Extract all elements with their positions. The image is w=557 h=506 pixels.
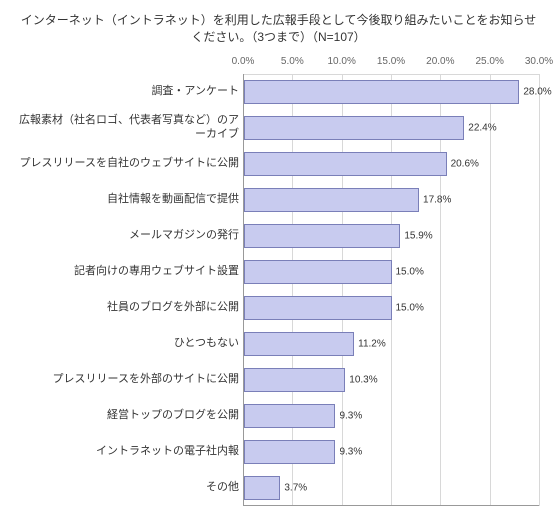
plot-area: 0.0%5.0%10.0%15.0%20.0%25.0%30.0% 調査・アンケ… bbox=[18, 56, 539, 506]
value-label: 9.3% bbox=[339, 446, 362, 457]
bar bbox=[244, 152, 447, 176]
bar bbox=[244, 440, 335, 464]
x-tick-label: 15.0% bbox=[377, 56, 405, 67]
x-tick-label: 10.0% bbox=[327, 56, 355, 67]
bar-cell: 15.0% bbox=[243, 254, 539, 290]
value-label: 20.6% bbox=[451, 158, 479, 169]
bar bbox=[244, 404, 335, 428]
bar-cell: 3.7% bbox=[243, 470, 539, 506]
bar-cell: 11.2% bbox=[243, 326, 539, 362]
x-axis-top: 0.0%5.0%10.0%15.0%20.0%25.0%30.0% bbox=[18, 56, 539, 74]
bar bbox=[244, 80, 519, 104]
category-label: ひとつもない bbox=[18, 337, 243, 350]
bar-cell: 20.6% bbox=[243, 146, 539, 182]
bar bbox=[244, 296, 392, 320]
x-tick-label: 5.0% bbox=[281, 56, 304, 67]
category-label: イントラネットの電子社内報 bbox=[18, 445, 243, 458]
bar bbox=[244, 224, 400, 248]
bar-row: メールマガジンの発行 15.9% bbox=[18, 218, 539, 254]
category-label: メールマガジンの発行 bbox=[18, 229, 243, 242]
value-label: 10.3% bbox=[349, 374, 377, 385]
bar-cell: 17.8% bbox=[243, 182, 539, 218]
bars-area: 調査・アンケート28.0%広報素材（社名ロゴ、代表者写真など）のアーカイブ22.… bbox=[18, 74, 539, 506]
bar bbox=[244, 260, 392, 284]
category-label: 経営トップのブログを公開 bbox=[18, 409, 243, 422]
bar-cell: 22.4% bbox=[243, 110, 539, 146]
bar bbox=[244, 476, 280, 500]
bar bbox=[244, 332, 354, 356]
bar bbox=[244, 116, 464, 140]
bar bbox=[244, 368, 345, 392]
category-label: 社員のブログを外部に公開 bbox=[18, 301, 243, 314]
value-label: 15.9% bbox=[404, 230, 432, 241]
bar-row: 調査・アンケート28.0% bbox=[18, 74, 539, 110]
value-label: 15.0% bbox=[396, 302, 424, 313]
x-tick-label: 0.0% bbox=[232, 56, 255, 67]
bar-row: イントラネットの電子社内報 9.3% bbox=[18, 434, 539, 470]
category-label: プレスリリースを外部のサイトに公開 bbox=[18, 373, 243, 386]
bar-cell: 9.3% bbox=[243, 434, 539, 470]
value-label: 17.8% bbox=[423, 194, 451, 205]
value-label: 9.3% bbox=[339, 410, 362, 421]
value-label: 22.4% bbox=[468, 122, 496, 133]
bar-row: 社員のブログを外部に公開 15.0% bbox=[18, 290, 539, 326]
category-label: 広報素材（社名ロゴ、代表者写真など）のアーカイブ bbox=[18, 114, 243, 140]
x-tick-label: 25.0% bbox=[475, 56, 503, 67]
bar-cell: 9.3% bbox=[243, 398, 539, 434]
value-label: 15.0% bbox=[396, 266, 424, 277]
bar-row: 記者向けの専用ウェブサイト設置 15.0% bbox=[18, 254, 539, 290]
category-label: 調査・アンケート bbox=[18, 85, 243, 98]
category-label: プレスリリースを自社のウェブサイトに公開 bbox=[18, 157, 243, 170]
value-label: 28.0% bbox=[523, 86, 551, 97]
bar-row: プレスリリースを外部のサイトに公開 10.3% bbox=[18, 362, 539, 398]
bar-cell: 15.9% bbox=[243, 218, 539, 254]
bar-cell: 10.3% bbox=[243, 362, 539, 398]
bar bbox=[244, 188, 419, 212]
bar-row: 経営トップのブログを公開 9.3% bbox=[18, 398, 539, 434]
bar-row: 広報素材（社名ロゴ、代表者写真など）のアーカイブ 22.4% bbox=[18, 110, 539, 146]
bar-cell: 15.0% bbox=[243, 290, 539, 326]
x-tick-label: 30.0% bbox=[525, 56, 553, 67]
value-label: 3.7% bbox=[284, 482, 307, 493]
value-label: 11.2% bbox=[358, 338, 386, 349]
x-tick-label: 20.0% bbox=[426, 56, 454, 67]
bar-row: その他 3.7% bbox=[18, 470, 539, 506]
category-label: その他 bbox=[18, 481, 243, 494]
bar-row: 自社情報を動画配信で提供 17.8% bbox=[18, 182, 539, 218]
bar-cell: 28.0% bbox=[243, 74, 539, 110]
bar-row: ひとつもない 11.2% bbox=[18, 326, 539, 362]
category-label: 自社情報を動画配信で提供 bbox=[18, 193, 243, 206]
chart-title: インターネット（イントラネット）を利用した広報手段として今後取り組みたいことをお… bbox=[18, 12, 539, 46]
category-label: 記者向けの専用ウェブサイト設置 bbox=[18, 265, 243, 278]
chart: インターネット（イントラネット）を利用した広報手段として今後取り組みたいことをお… bbox=[0, 0, 557, 500]
bar-row: プレスリリースを自社のウェブサイトに公開 20.6% bbox=[18, 146, 539, 182]
